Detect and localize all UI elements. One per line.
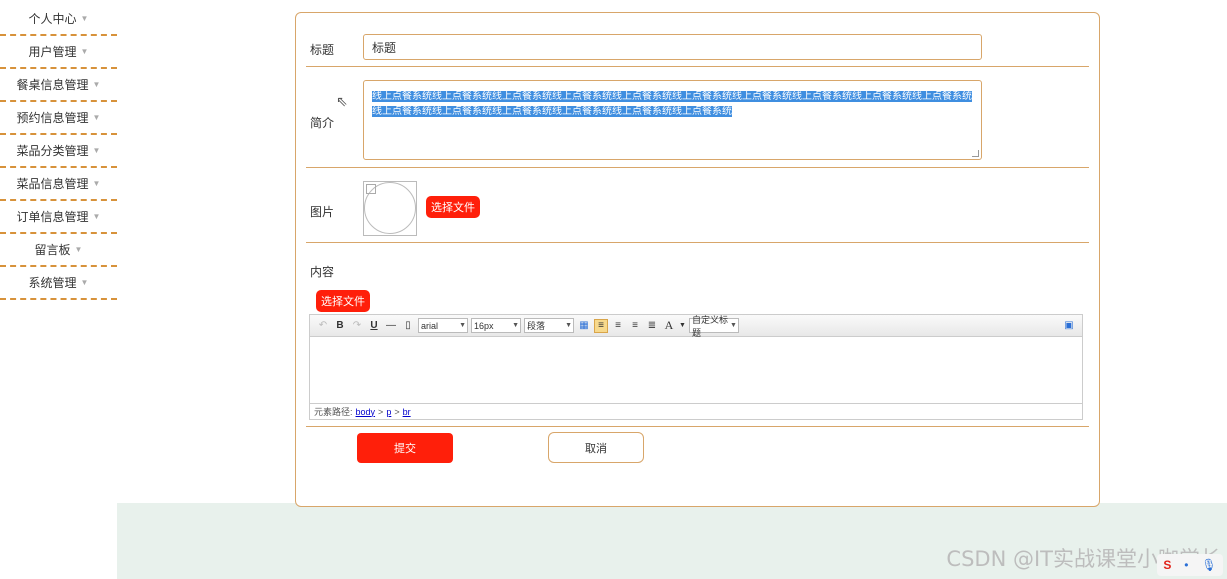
title-input[interactable]: 标题: [363, 34, 982, 60]
font-color-icon[interactable]: A: [662, 318, 676, 333]
font-size-value: 16px: [474, 320, 494, 331]
sidebar-item-messages[interactable]: 留言板 ▼: [0, 234, 117, 267]
chevron-down-icon: ▼: [80, 47, 89, 56]
content-label: 内容: [310, 265, 335, 279]
sidebar-item-personal-center[interactable]: 个人中心 ▼: [0, 3, 117, 36]
sidebar: 个人中心 ▼ 用户管理 ▼ 餐桌信息管理 ▼ 预约信息管理 ▼ 菜品分类管理 ▼ 菜品信息…: [0, 3, 117, 300]
edit-form: 标题 标题 ⇖ 简介 线上点餐系统线上点餐系统线上点餐系统线上点餐系统线上点餐系…: [295, 12, 1100, 507]
chevron-down-icon: ▼: [512, 322, 519, 329]
footer-band: CSDN @IT实战课堂小咖学长 S • 🎙: [117, 503, 1227, 579]
sidebar-item-dishes[interactable]: 菜品信息管理 ▼: [0, 168, 117, 201]
align-left-icon[interactable]: ≡: [594, 318, 608, 333]
chevron-down-icon: ▼: [459, 322, 466, 329]
custom-title-select[interactable]: 自定义标题 ▼: [688, 315, 739, 338]
ime-badge: S • 🎙: [1157, 554, 1223, 576]
chevron-down-icon: ▼: [565, 322, 572, 329]
intro-selected-text: 线上点餐系统线上点餐系统线上点餐系统线上点餐系统线上点餐系统线上点餐系统线上点餐…: [372, 91, 972, 117]
undo-icon[interactable]: ↶: [316, 319, 330, 333]
sidebar-item-label: 留言板: [34, 243, 71, 257]
path-link-p[interactable]: p: [386, 407, 391, 417]
horizontal-rule-icon[interactable]: —: [384, 319, 398, 333]
table-icon[interactable]: ▦: [577, 319, 591, 333]
sidebar-item-orders[interactable]: 订单信息管理 ▼: [0, 201, 117, 234]
submit-button[interactable]: 提交: [357, 433, 453, 463]
ime-logo-icon: S: [1163, 558, 1172, 572]
microphone-icon: 🎙: [1201, 558, 1217, 572]
title-row: 标题 标题: [306, 13, 1089, 67]
chevron-down-icon: ▼: [92, 212, 101, 221]
title-label: 标题: [310, 43, 335, 57]
sidebar-item-label: 菜品信息管理: [16, 177, 89, 191]
sidebar-item-dish-categories[interactable]: 菜品分类管理 ▼: [0, 135, 117, 168]
title-value: 标题: [372, 40, 397, 55]
content-choose-file-button[interactable]: 选择文件: [316, 290, 370, 312]
chevron-down-icon: ▼: [80, 278, 89, 287]
bold-icon[interactable]: B: [333, 319, 347, 333]
font-family-select[interactable]: arial ▼: [418, 318, 468, 333]
mouse-cursor-icon: ⇖: [336, 93, 348, 109]
align-justify-icon[interactable]: ≣: [645, 319, 659, 333]
page-icon[interactable]: ▯: [401, 319, 415, 333]
sidebar-item-users[interactable]: 用户管理 ▼: [0, 36, 117, 69]
sidebar-item-reservations[interactable]: 预约信息管理 ▼: [0, 102, 117, 135]
path-label: 元素路径:: [314, 407, 353, 417]
sidebar-item-label: 系统管理: [28, 276, 77, 290]
cancel-button[interactable]: 取消: [548, 432, 644, 463]
image-label: 图片: [310, 205, 335, 219]
redo-icon[interactable]: ↷: [350, 319, 364, 333]
sidebar-item-label: 订单信息管理: [16, 210, 89, 224]
chevron-down-icon: ▼: [92, 113, 101, 122]
intro-label: 简介: [310, 116, 335, 130]
broken-image-icon: [366, 184, 376, 194]
chevron-down-icon: ▼: [74, 245, 83, 254]
sidebar-item-label: 预约信息管理: [16, 111, 89, 125]
rich-text-editor: ↶ B ↷ U — ▯ arial ▼ 16px ▼ 段落 ▼ ▦ ≡ ≡ ≡ ≣ A…: [309, 314, 1083, 420]
content-row: 内容 选择文件 ↶ B ↷ U — ▯ arial ▼ 16px ▼ 段落 ▼ ▦ ≡…: [306, 243, 1089, 427]
fullscreen-icon[interactable]: ▣: [1062, 319, 1076, 333]
align-center-icon[interactable]: ≡: [628, 319, 642, 333]
editor-body[interactable]: [310, 337, 1082, 403]
intro-textarea[interactable]: 线上点餐系统线上点餐系统线上点餐系统线上点餐系统线上点餐系统线上点餐系统线上点餐…: [363, 80, 982, 160]
path-link-br[interactable]: br: [403, 407, 411, 417]
chevron-down-icon: ▼: [92, 179, 101, 188]
sidebar-item-label: 个人中心: [28, 12, 77, 26]
editor-path: 元素路径: body > p > br: [310, 403, 1082, 419]
chevron-down-icon[interactable]: ▼: [679, 322, 686, 329]
paragraph-value: 段落: [527, 321, 546, 331]
chevron-down-icon: ▼: [730, 322, 737, 329]
paragraph-select[interactable]: 段落 ▼: [524, 318, 574, 333]
underline-icon[interactable]: U: [367, 319, 381, 333]
image-row: 图片 选择文件: [306, 168, 1089, 243]
image-preview: [363, 181, 417, 236]
font-family-value: arial: [421, 320, 439, 331]
ime-dot-icon: •: [1184, 558, 1189, 572]
font-size-select[interactable]: 16px ▼: [471, 318, 521, 333]
sidebar-item-label: 菜品分类管理: [16, 144, 89, 158]
chevron-down-icon: ▼: [92, 146, 101, 155]
custom-title-value: 自定义标题: [691, 314, 728, 338]
path-separator: >: [394, 406, 400, 417]
chevron-down-icon: ▼: [80, 14, 89, 23]
sidebar-item-system[interactable]: 系统管理 ▼: [0, 267, 117, 300]
resize-grip-icon[interactable]: [972, 150, 979, 157]
intro-row: ⇖ 简介 线上点餐系统线上点餐系统线上点餐系统线上点餐系统线上点餐系统线上点餐系…: [306, 67, 1089, 168]
chevron-down-icon: ▼: [92, 80, 101, 89]
align-right-icon[interactable]: ≡: [611, 319, 625, 333]
path-separator: >: [378, 406, 384, 417]
path-link-body[interactable]: body: [356, 407, 376, 417]
image-choose-file-button[interactable]: 选择文件: [426, 196, 480, 218]
sidebar-item-label: 餐桌信息管理: [16, 78, 89, 92]
editor-toolbar: ↶ B ↷ U — ▯ arial ▼ 16px ▼ 段落 ▼ ▦ ≡ ≡ ≡ ≣ A…: [310, 315, 1082, 338]
sidebar-item-label: 用户管理: [28, 45, 77, 59]
sidebar-item-tables[interactable]: 餐桌信息管理 ▼: [0, 69, 117, 102]
